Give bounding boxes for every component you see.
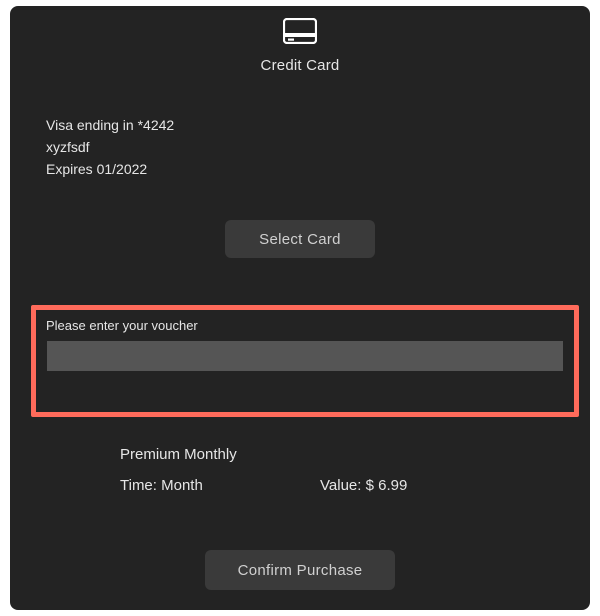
product-time: Time: Month [120,477,320,494]
panel-header: Credit Card [10,18,590,74]
card-line1: Visa ending in *4242 [46,114,590,136]
product-block: Premium Monthly Time: Month Value: $ 6.9… [120,446,520,494]
payment-panel: Credit Card Visa ending in *4242 xyzfsdf… [10,6,590,610]
credit-card-icon [283,18,317,49]
voucher-input[interactable] [47,341,563,371]
voucher-section: Please enter your voucher [31,305,579,417]
select-card-button[interactable]: Select Card [225,220,375,258]
product-value: Value: $ 6.99 [320,477,520,494]
panel-title: Credit Card [261,57,340,74]
confirm-purchase-button[interactable]: Confirm Purchase [205,550,395,590]
voucher-label: Please enter your voucher [36,314,574,341]
card-expiry: Expires 01/2022 [46,158,590,180]
product-title: Premium Monthly [120,446,520,463]
card-holder-name: xyzfsdf [46,136,590,158]
saved-card-block: Visa ending in *4242 xyzfsdf Expires 01/… [46,114,590,180]
